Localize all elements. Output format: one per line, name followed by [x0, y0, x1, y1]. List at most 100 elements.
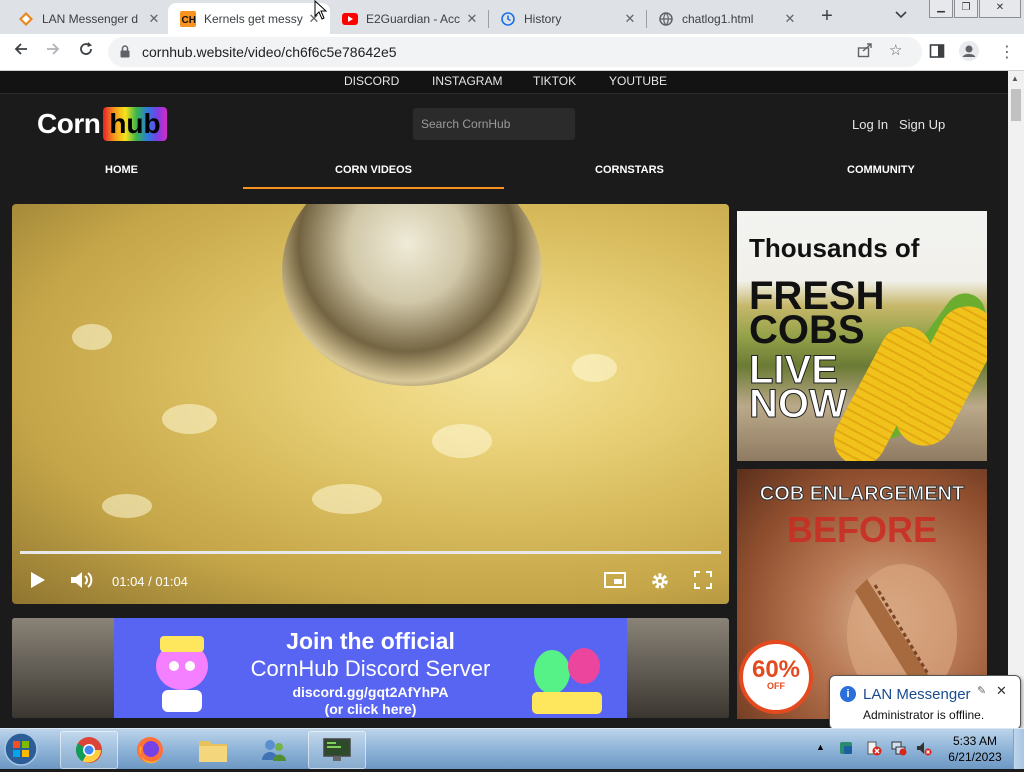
- start-button[interactable]: [2, 731, 42, 767]
- address-bar[interactable]: cornhub.website/video/ch6f6c5e78642e5 ☆: [108, 37, 922, 67]
- page-scrollbar[interactable]: ▲: [1008, 71, 1024, 728]
- video-progress-bar[interactable]: [20, 551, 721, 554]
- scrollbar-thumb[interactable]: [1011, 89, 1021, 121]
- monitor-icon: [323, 738, 351, 761]
- close-window-icon[interactable]: ✕: [979, 0, 1021, 18]
- banner-invite-link[interactable]: discord.gg/gqt2AfYhPA: [12, 684, 729, 700]
- video-texture: [432, 424, 492, 458]
- show-hidden-icons-icon[interactable]: ▲: [816, 742, 825, 752]
- nav-cornstars[interactable]: CORNSTARS: [595, 164, 664, 176]
- video-texture: [162, 404, 217, 434]
- close-tab-icon[interactable]: ✕: [144, 11, 164, 27]
- cornhub-favicon-icon: CH: [180, 10, 196, 27]
- pin-icon[interactable]: ✎: [977, 684, 986, 697]
- network-disconnected-icon[interactable]: [891, 740, 907, 759]
- tab-cornhub[interactable]: CH Kernels get messy ✕: [168, 3, 330, 34]
- new-tab-icon[interactable]: +: [816, 5, 838, 27]
- taskbar-explorer[interactable]: [184, 731, 242, 769]
- lock-icon[interactable]: [120, 45, 130, 63]
- social-link-tiktok[interactable]: TIKTOK: [533, 74, 576, 88]
- ad1-headline: FRESH COBS: [749, 274, 885, 352]
- url-text[interactable]: cornhub.website/video/ch6f6c5e78642e5: [142, 44, 397, 60]
- close-tab-icon[interactable]: ✕: [462, 11, 482, 27]
- windows-taskbar: ▲ 5:33 AM 6/21/2023: [0, 728, 1024, 769]
- browser-toolbar: cornhub.website/video/ch6f6c5e78642e5 ☆ …: [0, 34, 1024, 71]
- taskbar-chrome[interactable]: [60, 731, 118, 769]
- lan-messenger-favicon-icon: [18, 11, 34, 27]
- tab-history[interactable]: History ✕: [488, 3, 646, 34]
- tab-lan-messenger[interactable]: LAN Messenger d ✕: [6, 3, 170, 34]
- social-link-youtube[interactable]: YOUTUBE: [609, 74, 667, 88]
- signup-link[interactable]: Sign Up: [899, 117, 945, 132]
- back-icon[interactable]: [10, 41, 32, 63]
- minimize-window-icon[interactable]: ▁: [929, 0, 953, 18]
- volume-muted-icon[interactable]: [916, 740, 932, 759]
- svg-text:CH: CH: [182, 15, 196, 26]
- video-time: 01:04 / 01:04: [112, 574, 188, 589]
- banner-click-here[interactable]: (or click here): [12, 701, 729, 717]
- site-header: Corn hub Search CornHub Log In Sign Up H…: [0, 94, 1008, 190]
- mouse-cursor-icon: [314, 0, 328, 20]
- notification-message: Administrator is offline.: [863, 708, 985, 722]
- banner-line-1: Join the official: [286, 628, 455, 654]
- reload-icon[interactable]: [75, 41, 97, 63]
- ad1-subheadline: LIVE NOW: [749, 348, 848, 426]
- picture-in-picture-icon[interactable]: [604, 571, 626, 594]
- webpage: DISCORD INSTAGRAM TIKTOK YOUTUBE Corn hu…: [0, 71, 1008, 728]
- active-nav-underline: [243, 187, 504, 189]
- nav-corn-videos[interactable]: CORN VIDEOS: [335, 164, 412, 176]
- volume-icon[interactable]: [70, 571, 94, 594]
- taskbar-firefox[interactable]: [121, 731, 179, 769]
- social-links-bar: DISCORD INSTAGRAM TIKTOK YOUTUBE: [0, 71, 1008, 94]
- profile-avatar-icon[interactable]: [959, 41, 979, 65]
- restore-window-icon[interactable]: ❐: [954, 0, 978, 18]
- site-logo[interactable]: Corn hub: [37, 105, 167, 143]
- scroll-up-arrow-icon[interactable]: ▲: [1011, 74, 1019, 83]
- discord-banner[interactable]: Join the official CornHub Discord Server…: [12, 618, 729, 718]
- discount-badge: 60% OFF: [739, 640, 813, 714]
- settings-gear-icon[interactable]: [650, 571, 670, 596]
- taskbar-terminal[interactable]: [308, 731, 366, 769]
- video-texture: [572, 354, 617, 382]
- show-desktop-button[interactable]: [1013, 729, 1024, 769]
- close-tab-icon[interactable]: ✕: [620, 11, 640, 27]
- video-texture: [102, 494, 152, 518]
- forward-icon[interactable]: [42, 41, 64, 63]
- banner-line-2: CornHub Discord Server: [250, 656, 491, 681]
- bookmark-star-icon[interactable]: ☆: [889, 41, 902, 59]
- social-link-instagram[interactable]: INSTAGRAM: [432, 74, 502, 88]
- video-frame-pot-lid: [282, 204, 542, 386]
- globe-favicon-icon: [658, 11, 674, 27]
- tab-chatlog[interactable]: chatlog1.html ✕: [646, 3, 806, 34]
- login-link[interactable]: Log In: [852, 117, 888, 132]
- fresh-cobs-ad[interactable]: Thousands of FRESH COBS LIVE NOW: [737, 211, 987, 461]
- lan-messenger-tray-icon[interactable]: [838, 740, 854, 759]
- close-notification-icon[interactable]: ✕: [996, 683, 1007, 699]
- search-input[interactable]: Search CornHub: [413, 108, 575, 140]
- more-menu-icon[interactable]: ⋮: [999, 42, 1015, 62]
- youtube-favicon-icon: [342, 11, 358, 27]
- share-icon[interactable]: [857, 42, 873, 62]
- notification-title: LAN Messenger: [863, 686, 971, 703]
- fullscreen-icon[interactable]: [694, 571, 712, 594]
- system-clock[interactable]: 5:33 AM 6/21/2023: [940, 733, 1010, 765]
- action-center-warning-icon[interactable]: [866, 740, 882, 759]
- users-icon: [262, 740, 286, 761]
- side-panel-icon[interactable]: [929, 43, 945, 63]
- taskbar-network-app[interactable]: [245, 731, 303, 769]
- folder-icon: [199, 741, 227, 762]
- video-texture: [312, 484, 382, 514]
- nav-community[interactable]: COMMUNITY: [847, 164, 915, 176]
- nav-home[interactable]: HOME: [105, 164, 138, 176]
- video-player[interactable]: 01:04 / 01:04: [12, 204, 729, 604]
- tab-search-chevron-icon[interactable]: [895, 8, 907, 22]
- chrome-icon: [76, 737, 102, 763]
- close-tab-icon[interactable]: ✕: [780, 11, 800, 27]
- video-texture: [72, 324, 112, 350]
- social-link-discord[interactable]: DISCORD: [344, 74, 399, 88]
- play-icon[interactable]: [30, 571, 46, 594]
- lan-messenger-notification[interactable]: i LAN Messenger Administrator is offline…: [829, 675, 1021, 730]
- info-icon: i: [840, 686, 856, 702]
- windows-logo-icon: [4, 732, 38, 766]
- tab-e2guardian[interactable]: E2Guardian - Acc ✕: [330, 3, 488, 34]
